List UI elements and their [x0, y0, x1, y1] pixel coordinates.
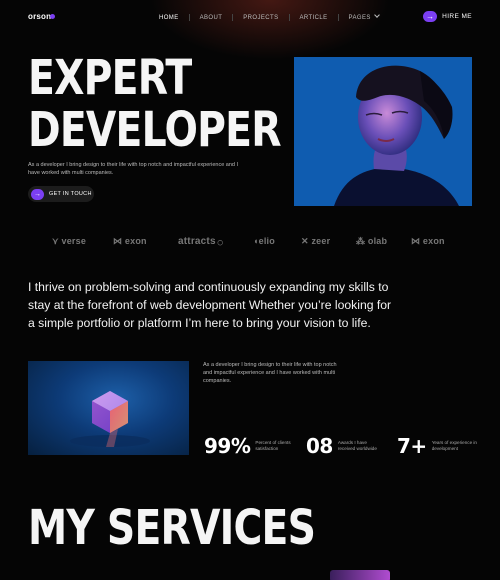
stat-item: 08 Awards I have received worldwide — [306, 434, 384, 458]
brand-mark-icon: ◯ — [215, 240, 224, 246]
brand-name: olab — [367, 236, 388, 246]
get-in-touch-label: GET IN TOUCH — [49, 191, 92, 197]
brand-name: zeer — [311, 236, 331, 246]
stat-label: Years of experience in development — [431, 440, 477, 451]
brand-name: exon — [422, 236, 445, 246]
stat-label: Awards I have received worldwide — [337, 440, 377, 451]
brand-name: verse — [61, 236, 87, 246]
get-in-touch-button[interactable]: → GET IN TOUCH — [28, 186, 94, 202]
brand-logo: ⋈ exon — [411, 236, 445, 247]
stat-item: 7+ Years of experience in development — [397, 434, 478, 458]
menu-divider — [337, 14, 339, 21]
brand-mark-icon: ⋈ — [113, 236, 125, 246]
hero-portrait-image — [294, 57, 472, 206]
stat-value: 99% — [204, 434, 251, 458]
crystal-cube-image — [28, 361, 189, 455]
menu-divider — [188, 14, 190, 21]
nav-item-home[interactable]: HOME — [159, 15, 179, 21]
logo-dot — [50, 14, 55, 19]
main-menu: HOME ABOUT PROJECTS ARTICLE PAGES — [159, 11, 380, 21]
nav-item-article[interactable]: ARTICLE — [300, 15, 328, 21]
brand-mark-icon: ⋎ — [52, 236, 62, 246]
brand-mark-icon: ⋈ — [411, 236, 423, 246]
nav-item-pages[interactable]: PAGES — [348, 11, 380, 21]
stat-label: Percent of clients satisfaction — [255, 440, 291, 451]
stat-value: 7+ — [397, 434, 427, 458]
stats-description: As a developer I bring design to their l… — [203, 362, 337, 384]
hero-title-line1: EXPERT — [28, 50, 192, 106]
services-heading: MY SERVICES — [28, 500, 316, 556]
nav-item-about[interactable]: ABOUT — [200, 15, 223, 21]
chevron-down-icon — [373, 11, 380, 18]
menu-divider — [288, 14, 290, 21]
service-card-preview — [330, 570, 390, 580]
brand-logo: ⁂ olab — [356, 236, 387, 247]
brand-mark-icon: ⁂ — [356, 236, 368, 246]
brand-logo: ⋎ verse — [52, 236, 86, 247]
brand-logo: ✕ zeer — [301, 236, 330, 247]
arrow-right-icon: → — [31, 188, 44, 200]
nav-item-pages-label: PAGES — [348, 14, 371, 21]
about-statement: I thrive on problem-solving and continuo… — [28, 280, 392, 330]
arrow-right-icon: → — [423, 11, 438, 22]
hire-me-button[interactable]: → HIRE ME — [423, 11, 472, 22]
stat-item: 99% Percent of clients satisfaction — [204, 434, 297, 458]
site-logo[interactable]: orson — [28, 12, 51, 21]
stat-value: 08 — [306, 434, 333, 458]
brand-mark-icon: ✕ — [301, 236, 312, 246]
hire-me-label: HIRE ME — [442, 13, 472, 20]
menu-divider — [232, 14, 234, 21]
brand-logo: attracts ◯ — [178, 236, 223, 247]
brand-name: elio — [258, 236, 275, 246]
hero-title: EXPERT DEVELOPER — [28, 50, 282, 158]
nav-item-projects[interactable]: PROJECTS — [243, 15, 278, 21]
brand-logo: ⋈ exon — [113, 236, 147, 247]
brand-name: attracts — [178, 236, 216, 247]
brand-name: exon — [124, 236, 147, 246]
hero-title-line2: DEVELOPER — [28, 102, 282, 158]
brand-logo: ◖elio — [253, 236, 275, 246]
hero-description: As a developer I bring design to their l… — [28, 162, 239, 176]
brand-logo-row: ⋎ verse ⋈ exon attracts ◯ ◖elio ✕ zeer ⁂… — [0, 236, 500, 248]
top-nav: orson HOME ABOUT PROJECTS ARTICLE PAGES … — [0, 0, 500, 34]
